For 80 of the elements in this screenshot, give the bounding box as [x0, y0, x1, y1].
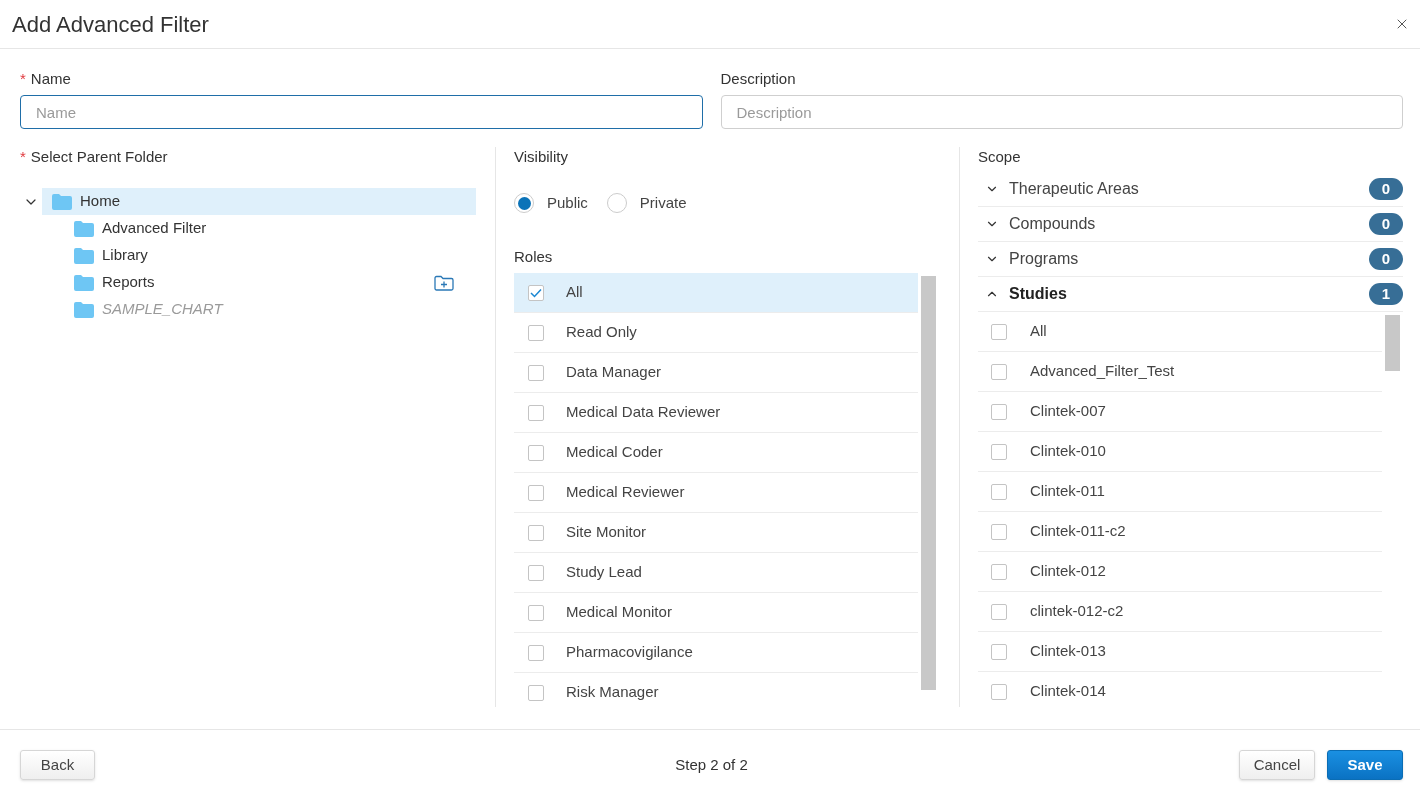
checkbox[interactable] — [991, 523, 1007, 540]
role-option[interactable]: Data Manager — [514, 353, 918, 393]
checkbox[interactable] — [528, 484, 544, 501]
checkbox[interactable] — [991, 443, 1007, 460]
role-option[interactable]: Read Only — [514, 313, 918, 353]
field-label: Roles — [514, 246, 553, 267]
field-label: Scope — [978, 147, 1021, 167]
study-option[interactable]: Clintek-007 — [978, 392, 1382, 432]
count-badge: 0 — [1369, 248, 1403, 270]
step-indicator: Step 2 of 2 — [675, 754, 748, 775]
tree-item[interactable]: Reports — [64, 269, 476, 296]
field-label: Visibility — [514, 147, 568, 167]
folder-icon — [74, 247, 94, 264]
count-badge: 0 — [1369, 178, 1403, 200]
study-option[interactable]: Clintek-014 — [978, 672, 1382, 707]
tree-item[interactable]: Library — [64, 242, 476, 269]
study-option[interactable]: Clintek-012 — [978, 552, 1382, 592]
checkbox[interactable] — [528, 684, 544, 701]
dialog-title: Add Advanced Filter — [12, 10, 209, 39]
accordion-header[interactable]: Programs 0 — [978, 242, 1403, 277]
role-option[interactable]: Study Lead — [514, 553, 918, 593]
role-option[interactable]: Medical Reviewer — [514, 473, 918, 513]
checkbox[interactable] — [528, 444, 544, 461]
checkbox[interactable] — [528, 324, 544, 341]
accordion-header[interactable]: Compounds 0 — [978, 207, 1403, 242]
field-label: Description — [720, 68, 796, 89]
radio-button[interactable] — [606, 193, 627, 213]
folder-icon — [74, 220, 94, 237]
checkbox[interactable] — [991, 323, 1007, 340]
checkbox[interactable] — [528, 524, 544, 541]
required-mark: * — [20, 68, 26, 89]
accordion-header[interactable]: Therapeutic Areas 0 — [978, 172, 1403, 207]
checkbox[interactable] — [991, 683, 1007, 700]
scrollbar-thumb[interactable] — [1385, 315, 1400, 371]
required-mark: * — [20, 147, 26, 167]
checkbox[interactable] — [991, 363, 1007, 380]
study-option[interactable]: Clintek-011 — [978, 472, 1382, 512]
input-field[interactable]: Name — [20, 95, 703, 129]
tree-item[interactable]: Advanced Filter — [64, 215, 476, 242]
checkbox[interactable] — [528, 564, 544, 581]
role-option[interactable]: Site Monitor — [514, 513, 918, 553]
back-button[interactable]: Back — [20, 750, 95, 780]
folder-icon — [52, 193, 72, 210]
tree-item[interactable]: Home — [42, 188, 476, 215]
checkbox[interactable] — [528, 644, 544, 661]
study-option[interactable]: Clintek-013 — [978, 632, 1382, 672]
role-option[interactable]: Medical Data Reviewer — [514, 393, 918, 433]
checkbox[interactable] — [991, 403, 1007, 420]
accordion-header[interactable]: Studies 1 — [978, 277, 1403, 312]
folder-plus-icon[interactable] — [434, 274, 454, 291]
role-option[interactable]: Medical Monitor — [514, 593, 918, 633]
role-option[interactable]: Pharmacovigilance — [514, 633, 918, 673]
study-option[interactable]: clintek-012-c2 — [978, 592, 1382, 632]
checkbox[interactable] — [991, 483, 1007, 500]
field-label: Name — [30, 68, 71, 89]
role-option[interactable]: All — [514, 273, 918, 313]
cancel-button[interactable]: Cancel — [1239, 750, 1315, 780]
study-option[interactable]: Clintek-011-c2 — [978, 512, 1382, 552]
checkbox[interactable] — [528, 284, 544, 301]
study-option[interactable]: Clintek-010 — [978, 432, 1382, 472]
checkbox[interactable] — [528, 604, 544, 621]
checkbox[interactable] — [991, 643, 1007, 660]
study-option[interactable]: Advanced_Filter_Test — [978, 352, 1382, 392]
folder-icon — [74, 301, 94, 318]
study-option[interactable]: All — [978, 312, 1382, 352]
radio-option[interactable]: Private — [606, 191, 687, 215]
checkbox[interactable] — [528, 404, 544, 421]
role-option[interactable]: Medical Coder — [514, 433, 918, 473]
checkbox[interactable] — [991, 563, 1007, 580]
scrollbar-thumb[interactable] — [921, 276, 936, 690]
field-label: Select Parent Folder — [30, 147, 168, 167]
save-button[interactable]: Save — [1327, 750, 1403, 780]
checkbox[interactable] — [528, 364, 544, 381]
count-badge: 1 — [1369, 283, 1403, 305]
count-badge: 0 — [1369, 213, 1403, 235]
radio-option[interactable]: Public — [514, 191, 588, 215]
folder-icon — [74, 274, 94, 291]
checkbox[interactable] — [991, 603, 1007, 620]
radio-button[interactable] — [514, 193, 534, 213]
role-option[interactable]: Risk Manager — [514, 673, 918, 707]
